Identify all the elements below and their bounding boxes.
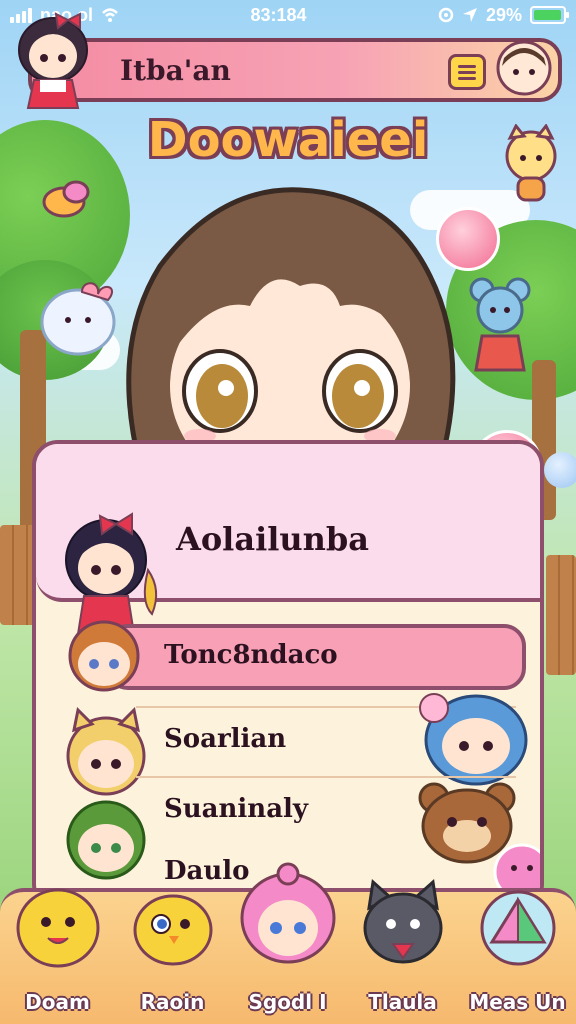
fence bbox=[546, 555, 576, 675]
bird-icon bbox=[42, 180, 90, 218]
nav-label: Doam bbox=[25, 990, 90, 1014]
nav-item-tlaula[interactable]: Tlaula bbox=[345, 879, 460, 1024]
location-icon bbox=[438, 7, 454, 23]
list-item-label: Soarlian bbox=[164, 724, 287, 754]
app-logo-title: Doowaieei bbox=[147, 112, 429, 168]
menu-icon[interactable] bbox=[448, 54, 486, 90]
status-time: 83:184 bbox=[250, 4, 307, 25]
friend-avatar[interactable] bbox=[496, 40, 552, 96]
bottom-navigation: Doam Raoin Sgodl I Tlaula Meas Un bbox=[0, 862, 576, 1024]
fence bbox=[0, 525, 36, 625]
featured-character-name: Aolailunba bbox=[176, 520, 370, 558]
hero-character bbox=[126, 187, 456, 476]
gray-cat-icon bbox=[363, 879, 442, 964]
nav-label: Raoin bbox=[140, 990, 205, 1014]
nav-label: Meas Un bbox=[469, 990, 566, 1014]
header-title: Itba'an bbox=[120, 53, 231, 87]
character-list-panel: Aolailunba Tonc8ndaco Soarlian Suaninaly… bbox=[32, 440, 544, 910]
list-item-label: Suaninaly bbox=[164, 794, 309, 824]
nav-label: Tlaula bbox=[368, 990, 437, 1014]
featured-character-row[interactable]: Aolailunba bbox=[36, 494, 540, 635]
wifi-icon bbox=[102, 8, 118, 22]
nav-item-meas-un[interactable]: Meas Un bbox=[460, 890, 575, 1024]
battery-icon bbox=[530, 6, 569, 24]
profile-avatar[interactable] bbox=[8, 10, 98, 110]
pyramid-orb-icon bbox=[480, 890, 555, 966]
yellow-creature-icon bbox=[16, 888, 99, 968]
blue-hair-character-icon bbox=[419, 693, 528, 786]
pink-hair-girl-icon bbox=[240, 862, 335, 964]
battery-level-fill bbox=[534, 10, 561, 20]
yellow-chick-icon bbox=[133, 894, 212, 966]
list-item-label: Tonc8ndaco bbox=[164, 640, 338, 670]
header-bar: Itba'an bbox=[28, 38, 562, 102]
navigation-arrow-icon bbox=[462, 8, 477, 22]
battery-percent: 29% bbox=[485, 4, 522, 25]
nav-label: Sgodl I bbox=[248, 990, 327, 1014]
nav-item-raoin[interactable]: Raoin bbox=[115, 892, 230, 1024]
list-item[interactable]: Soarlian bbox=[36, 693, 540, 796]
list-item[interactable]: Suaninaly bbox=[36, 782, 540, 880]
list-item-avatar bbox=[68, 620, 140, 692]
nav-item-doam[interactable]: Doam bbox=[0, 888, 115, 1024]
nav-item-sgodl[interactable]: Sgodl I bbox=[230, 862, 345, 1024]
list-item[interactable]: Tonc8ndaco bbox=[36, 620, 540, 692]
blue-balloon-icon bbox=[544, 452, 576, 488]
